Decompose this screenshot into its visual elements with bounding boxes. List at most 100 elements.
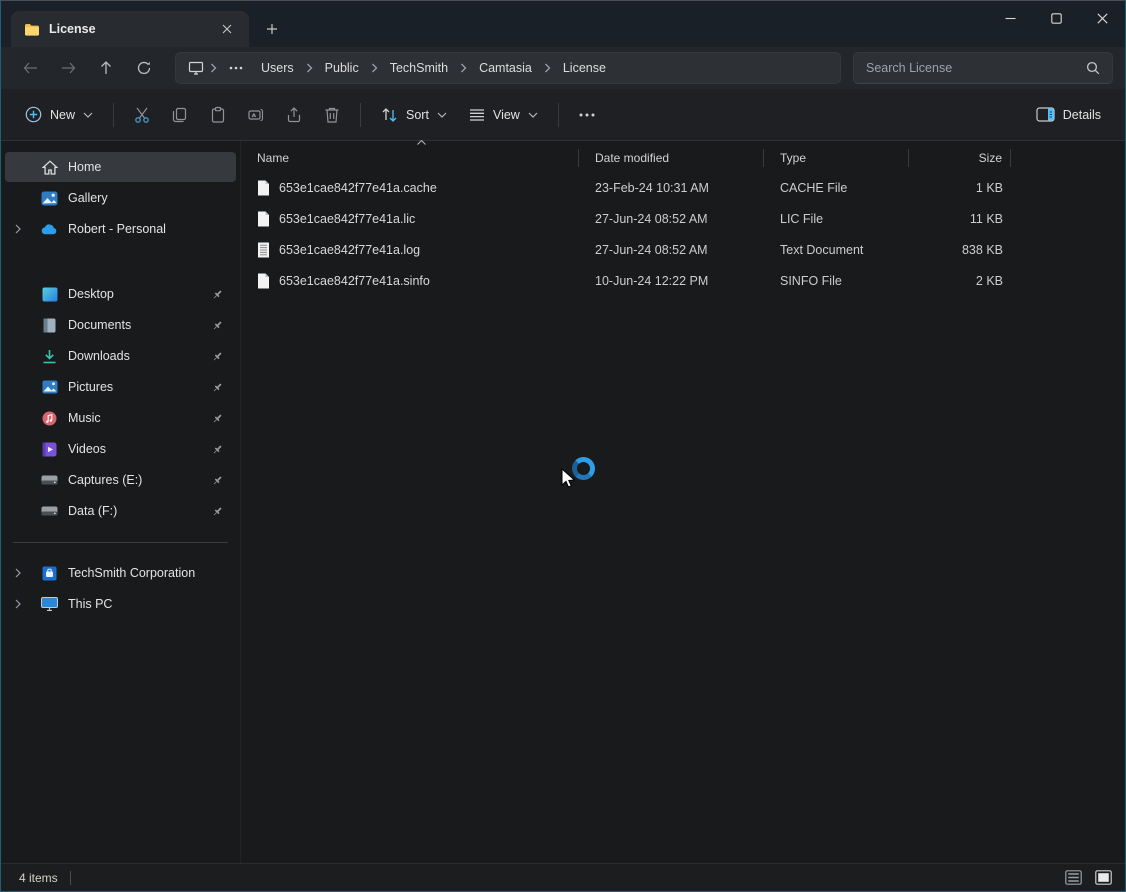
navigation-pane: Home Gallery Robert - Personal [1, 141, 240, 863]
breadcrumb-item-camtasia[interactable]: Camtasia [471, 57, 540, 79]
file-date-modified: 27-Jun-24 08:52 AM [579, 243, 764, 257]
new-button-label: New [50, 108, 75, 122]
sort-ascending-icon [417, 140, 426, 145]
breadcrumb-item-techsmith[interactable]: TechSmith [382, 57, 456, 79]
file-explorer-window: License [0, 0, 1126, 892]
file-icon [257, 273, 270, 289]
explorer-tab[interactable]: License [11, 11, 249, 47]
drive-icon [41, 503, 58, 520]
sidebar-item-music[interactable]: Music [5, 403, 236, 433]
pin-icon [211, 474, 224, 487]
close-button[interactable] [1079, 1, 1125, 35]
sidebar-item-this-pc[interactable]: This PC [5, 589, 236, 619]
column-header-type[interactable]: Type [764, 149, 909, 167]
music-icon [41, 410, 58, 427]
desktop-icon [41, 286, 58, 303]
sidebar-item-onedrive-personal[interactable]: Robert - Personal [5, 214, 236, 244]
chevron-right-icon [304, 63, 315, 73]
file-row[interactable]: 653e1cae842f77e41a.lic 27-Jun-24 08:52 A… [241, 203, 1125, 234]
file-name: 653e1cae842f77e41a.lic [279, 212, 415, 226]
details-pane-button[interactable]: Details [1026, 97, 1111, 133]
more-options-icon[interactable] [569, 97, 605, 133]
details-button-label: Details [1063, 108, 1101, 122]
forward-button[interactable] [51, 53, 85, 83]
chevron-right-icon [208, 63, 219, 73]
sidebar-item-label: This PC [68, 597, 112, 611]
sidebar-item-desktop[interactable]: Desktop [5, 279, 236, 309]
pin-icon [211, 505, 224, 518]
view-button[interactable]: View [459, 97, 548, 133]
rename-icon[interactable] [238, 97, 274, 133]
chevron-right-icon [458, 63, 469, 73]
large-icons-view-toggle[interactable] [1091, 868, 1115, 888]
search-box[interactable]: Search License [853, 52, 1113, 84]
search-icon[interactable] [1086, 61, 1100, 75]
breadcrumb-overflow-button[interactable] [221, 62, 251, 74]
new-tab-button[interactable] [257, 14, 287, 44]
address-bar[interactable]: Users Public TechSmith Camtasia License [175, 52, 841, 84]
toolbar-separator [113, 103, 114, 127]
drive-icon [41, 472, 58, 489]
main-area: Home Gallery Robert - Personal [1, 141, 1125, 863]
pin-icon [211, 319, 224, 332]
cut-icon[interactable] [124, 97, 160, 133]
maximize-button[interactable] [1033, 1, 1079, 35]
breadcrumb-item-license[interactable]: License [555, 57, 614, 79]
back-button[interactable] [13, 53, 47, 83]
sidebar-item-label: TechSmith Corporation [68, 566, 195, 580]
chevron-right-icon [369, 63, 380, 73]
status-divider [70, 871, 71, 885]
file-list-pane: Name Date modified Type Size 653e1cae842… [240, 141, 1125, 863]
up-button[interactable] [89, 53, 123, 83]
file-row[interactable]: 653e1cae842f77e41a.log 27-Jun-24 08:52 A… [241, 234, 1125, 265]
column-header-size[interactable]: Size [909, 149, 1011, 167]
sidebar-item-downloads[interactable]: Downloads [5, 341, 236, 371]
breadcrumb-item-users[interactable]: Users [253, 57, 302, 79]
chevron-right-icon[interactable] [15, 568, 21, 578]
sidebar-item-label: Pictures [68, 380, 113, 394]
pin-icon [211, 350, 224, 363]
sidebar-item-videos[interactable]: Videos [5, 434, 236, 464]
titlebar: License [1, 1, 1125, 47]
gallery-icon [41, 190, 58, 207]
share-icon[interactable] [276, 97, 312, 133]
column-header-row: Name Date modified Type Size [241, 144, 1125, 172]
sidebar-item-documents[interactable]: Documents [5, 310, 236, 340]
file-icon [257, 211, 270, 227]
sidebar-item-label: Captures (E:) [68, 473, 142, 487]
sidebar-item-gallery[interactable]: Gallery [5, 183, 236, 213]
this-pc-icon[interactable] [186, 61, 206, 75]
sidebar-item-pictures[interactable]: Pictures [5, 372, 236, 402]
breadcrumb-item-public[interactable]: Public [317, 57, 367, 79]
minimize-button[interactable] [987, 1, 1033, 35]
pin-icon [211, 443, 224, 456]
tab-close-button[interactable] [215, 17, 239, 41]
new-button[interactable]: New [15, 97, 103, 133]
file-row[interactable]: 653e1cae842f77e41a.sinfo 10-Jun-24 12:22… [241, 265, 1125, 296]
search-placeholder: Search License [866, 61, 952, 75]
copy-icon[interactable] [162, 97, 198, 133]
paste-icon[interactable] [200, 97, 236, 133]
column-header-name[interactable]: Name [241, 149, 579, 167]
file-type: CACHE File [764, 181, 909, 195]
refresh-button[interactable] [127, 53, 161, 83]
file-name: 653e1cae842f77e41a.sinfo [279, 274, 430, 288]
sidebar-item-data-drive[interactable]: Data (F:) [5, 496, 236, 526]
folder-icon [23, 21, 40, 38]
sort-button[interactable]: Sort [371, 97, 457, 133]
chevron-right-icon[interactable] [15, 224, 21, 234]
file-row[interactable]: 653e1cae842f77e41a.cache 23-Feb-24 10:31… [241, 172, 1125, 203]
toolbar-separator [360, 103, 361, 127]
sidebar-item-captures-drive[interactable]: Captures (E:) [5, 465, 236, 495]
sidebar-item-techsmith-corporation[interactable]: TechSmith Corporation [5, 558, 236, 588]
chevron-right-icon[interactable] [15, 599, 21, 609]
sidebar-item-home[interactable]: Home [5, 152, 236, 182]
sidebar-item-label: Videos [68, 442, 106, 456]
column-header-date-modified[interactable]: Date modified [579, 149, 764, 167]
details-view-toggle[interactable] [1061, 868, 1085, 888]
sidebar-spacer [1, 245, 240, 278]
delete-icon[interactable] [314, 97, 350, 133]
sidebar-item-label: Data (F:) [68, 504, 117, 518]
home-icon [41, 159, 58, 176]
sidebar-divider [13, 542, 228, 543]
